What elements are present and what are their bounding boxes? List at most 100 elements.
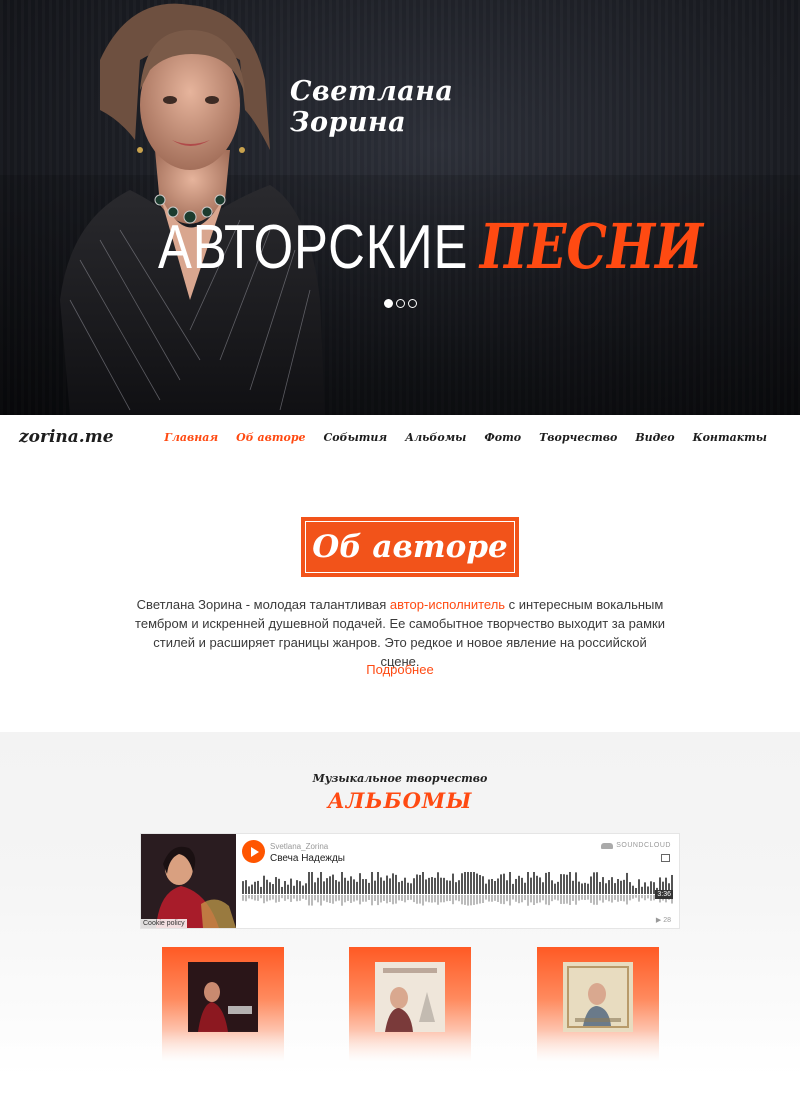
slider-dot-3[interactable] [408, 299, 417, 308]
waveform-reflection [356, 895, 358, 901]
waveform-reflection [386, 895, 388, 904]
nav-item-home[interactable]: Главная [164, 431, 218, 444]
read-more-link[interactable]: Подробнее [300, 662, 500, 677]
waveform-bar [434, 877, 436, 894]
waveform-bar [365, 879, 367, 894]
album-cover-2 [375, 962, 445, 1032]
waveform-reflection [638, 895, 640, 902]
nav-item-works[interactable]: Творчество [539, 431, 617, 444]
waveform-reflection [614, 895, 616, 900]
waveform-bar [584, 882, 586, 894]
waveform-bar [470, 872, 472, 894]
waveform-reflection [422, 895, 424, 906]
waveform-reflection [266, 895, 268, 902]
waveform-reflection [398, 895, 400, 901]
waveform-reflection [560, 895, 562, 904]
waveform-bar [461, 873, 463, 894]
nav-item-contacts[interactable]: Контакты [693, 431, 767, 444]
nav-item-events[interactable]: События [324, 431, 388, 444]
slider-dot-2[interactable] [396, 299, 405, 308]
waveform-bar [245, 880, 247, 894]
waveform-bar [554, 883, 556, 894]
waveform-reflection [572, 895, 574, 901]
waveform-reflection [644, 895, 646, 901]
waveform-reflection [347, 895, 349, 901]
share-icon[interactable] [661, 854, 670, 862]
waveform-bar [266, 879, 268, 894]
waveform-reflection [245, 895, 247, 902]
play-icon [250, 846, 259, 857]
track-artwork[interactable]: Cookie policy [141, 834, 236, 928]
waveform-reflection [545, 895, 547, 905]
waveform-bar [254, 881, 256, 894]
waveform-bar [248, 886, 250, 894]
waveform-reflection [389, 895, 391, 903]
cookie-policy-link[interactable]: Cookie policy [141, 919, 187, 928]
waveform-bar [527, 872, 529, 894]
waveform-reflection [509, 895, 511, 906]
waveform-reflection [629, 895, 631, 901]
waveform-reflection [626, 895, 628, 905]
waveform-reflection [542, 895, 544, 901]
waveform[interactable] [242, 872, 674, 908]
nav-item-about[interactable]: Об авторе [236, 431, 305, 444]
waveform-reflection [452, 895, 454, 905]
track-title[interactable]: Свеча Надежды [270, 853, 345, 864]
about-highlight-link[interactable]: автор-исполнитель [390, 597, 505, 612]
waveform-bar [563, 874, 565, 894]
about-heading-badge: Об авторе [301, 517, 519, 577]
waveform-bar [407, 882, 409, 894]
waveform-reflection [554, 895, 556, 900]
waveform-bar [326, 878, 328, 894]
singer-portrait [60, 3, 325, 415]
waveform-bar [467, 872, 469, 894]
waveform-reflection [281, 895, 283, 899]
site-logo[interactable]: zorina.me [19, 427, 114, 447]
waveform-bar [569, 872, 571, 894]
waveform-bar [260, 886, 262, 894]
waveform-reflection [581, 895, 583, 900]
waveform-reflection [308, 895, 310, 906]
hero-headline-accent: ПЕСНИ [479, 210, 704, 283]
waveform-bar [293, 885, 295, 894]
waveform-reflection [437, 895, 439, 905]
waveform-bar [590, 876, 592, 894]
soundcloud-logo[interactable]: SOUNDCLOUD [601, 842, 671, 849]
waveform-bar [386, 875, 388, 894]
waveform-bar [380, 877, 382, 894]
waveform-reflection [566, 895, 568, 904]
waveform-reflection [329, 895, 331, 903]
play-button[interactable] [242, 840, 265, 863]
hero-headline: АВТОРСКИЕ ПЕСНИ [158, 212, 703, 283]
track-artist[interactable]: Svetlana_Zorina [270, 842, 328, 851]
waveform-bar [356, 881, 358, 894]
waveform-bar [299, 881, 301, 894]
waveform-bar [344, 877, 346, 894]
waveform-reflection [413, 895, 415, 903]
waveform-reflection [443, 895, 445, 903]
waveform-bar [605, 883, 607, 894]
waveform-reflection [533, 895, 535, 905]
waveform-reflection [371, 895, 373, 906]
waveform-bar [629, 882, 631, 894]
waveform-reflection [263, 895, 265, 904]
waveform-reflection [326, 895, 328, 903]
waveform-reflection [401, 895, 403, 901]
waveform-bar [323, 881, 325, 894]
waveform-reflection [476, 895, 478, 905]
waveform-reflection [293, 895, 295, 899]
waveform-reflection [500, 895, 502, 904]
waveform-reflection [608, 895, 610, 902]
nav-item-video[interactable]: Видео [635, 431, 674, 444]
nav-item-albums[interactable]: Альбомы [405, 431, 466, 444]
waveform-bar [599, 881, 601, 894]
waveform-bar [362, 879, 364, 894]
waveform-reflection [569, 895, 571, 905]
waveform-bar [302, 885, 304, 894]
waveform-bar [332, 874, 334, 894]
waveform-reflection [341, 895, 343, 906]
waveform-bar [497, 878, 499, 894]
slider-dot-1[interactable] [384, 299, 393, 308]
waveform-reflection [440, 895, 442, 903]
nav-item-photo[interactable]: Фото [484, 431, 521, 444]
